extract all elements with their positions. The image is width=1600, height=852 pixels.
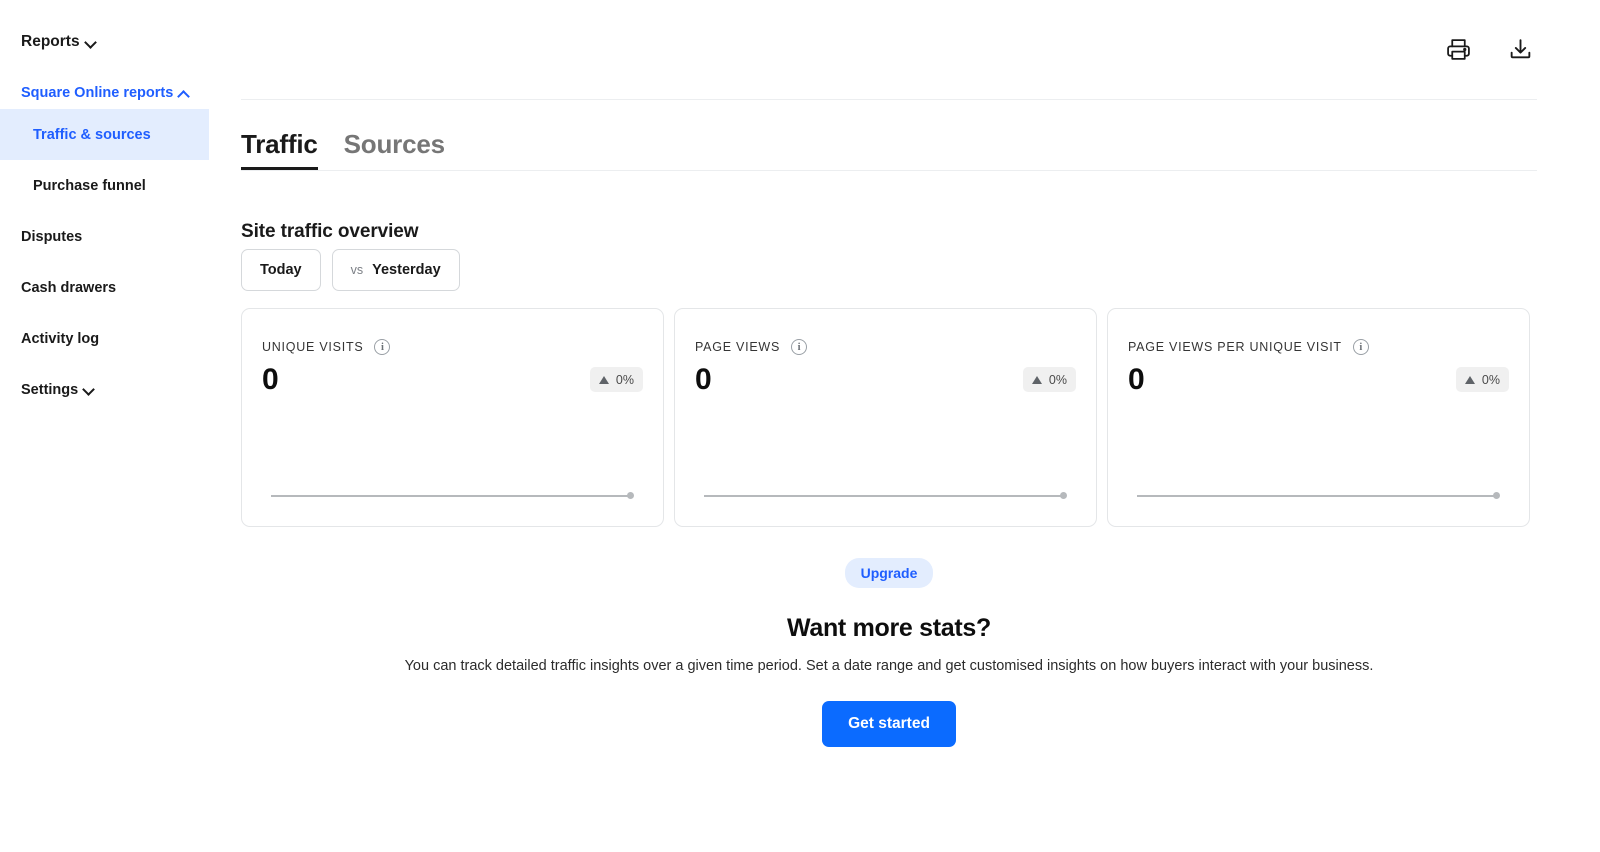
sidebar-item-label: Cash drawers bbox=[21, 279, 117, 296]
sparkline bbox=[704, 492, 1067, 500]
sidebar-item-purchase-funnel[interactable]: Purchase funnel bbox=[0, 160, 209, 211]
info-icon[interactable]: i bbox=[791, 339, 808, 355]
delta-value: 0% bbox=[615, 372, 634, 387]
date-range-compare-button[interactable]: vs Yesterday bbox=[331, 249, 460, 291]
stat-card-header: UNIQUE VISITS i bbox=[262, 339, 643, 355]
printer-icon bbox=[1446, 39, 1470, 60]
stat-card-label: UNIQUE VISITS bbox=[262, 340, 364, 354]
stat-card-unique-visits: UNIQUE VISITS i 0 0% bbox=[241, 308, 664, 527]
triangle-up-icon bbox=[1464, 375, 1475, 384]
stat-card-label: PAGE VIEWS PER UNIQUE VISIT bbox=[1128, 340, 1342, 354]
sidebar-item-label: Purchase funnel bbox=[33, 177, 146, 194]
promo-description: You can track detailed traffic insights … bbox=[404, 658, 1374, 674]
stat-card-value-row: 0 0% bbox=[695, 363, 1076, 396]
info-icon[interactable]: i bbox=[1352, 339, 1369, 355]
stat-card-value: 0 bbox=[695, 363, 712, 396]
sparkline bbox=[1137, 492, 1500, 500]
stat-card-group: UNIQUE VISITS i 0 0% PAGE VIEWS i 0 0% P… bbox=[241, 308, 1530, 527]
app-root: Reports Square Online reports Traffic & … bbox=[0, 0, 1600, 852]
sparkline bbox=[271, 492, 634, 500]
section-title: Site traffic overview bbox=[241, 220, 419, 242]
stat-card-label: PAGE VIEWS bbox=[695, 340, 781, 354]
tab-bar: Traffic Sources bbox=[241, 115, 1537, 171]
header-divider bbox=[241, 99, 1537, 100]
sidebar-item-label: Traffic & sources bbox=[33, 126, 151, 143]
print-button[interactable] bbox=[1441, 33, 1475, 67]
sparkline-endpoint-dot bbox=[1493, 492, 1500, 499]
chevron-down-icon bbox=[84, 384, 95, 395]
stat-card-page-views-per-unique-visit: PAGE VIEWS PER UNIQUE VISIT i 0 0% bbox=[1107, 308, 1530, 527]
date-range-controls: Today vs Yesterday bbox=[241, 249, 460, 291]
sidebar-item-label: Activity log bbox=[21, 330, 100, 347]
date-range-compare-label: Yesterday bbox=[372, 262, 441, 278]
tab-traffic[interactable]: Traffic bbox=[241, 131, 318, 170]
date-range-primary-label: Today bbox=[260, 262, 302, 278]
status-badge: 0% bbox=[589, 367, 643, 392]
promo-title: Want more stats? bbox=[786, 614, 992, 642]
sidebar-item-disputes[interactable]: Disputes bbox=[0, 211, 209, 262]
sidebar-item-activity-log[interactable]: Activity log bbox=[0, 313, 209, 364]
sidebar-item-label: Disputes bbox=[21, 228, 83, 245]
sidebar-group-label: Square Online reports bbox=[21, 85, 174, 101]
triangle-up-icon bbox=[1031, 375, 1042, 384]
toolbar bbox=[209, 0, 1600, 99]
delta-value: 0% bbox=[1048, 372, 1067, 387]
sparkline-endpoint-dot bbox=[627, 492, 634, 499]
get-started-button[interactable]: Get started bbox=[822, 701, 956, 747]
delta-value: 0% bbox=[1481, 372, 1500, 387]
stat-card-value-row: 0 0% bbox=[262, 363, 643, 396]
sidebar-group-square-online-reports[interactable]: Square Online reports bbox=[0, 77, 209, 109]
upgrade-badge[interactable]: Upgrade bbox=[844, 558, 934, 588]
stat-card-page-views: PAGE VIEWS i 0 0% bbox=[674, 308, 1097, 527]
sidebar-item-label: Settings bbox=[21, 381, 79, 398]
download-icon bbox=[1510, 39, 1530, 59]
download-button[interactable] bbox=[1503, 33, 1537, 67]
stat-card-value: 0 bbox=[1128, 363, 1145, 396]
vs-label: vs bbox=[350, 263, 364, 277]
date-range-primary-button[interactable]: Today bbox=[241, 249, 321, 291]
sidebar: Reports Square Online reports Traffic & … bbox=[0, 0, 209, 852]
stat-card-header: PAGE VIEWS i bbox=[695, 339, 1076, 355]
tab-sources[interactable]: Sources bbox=[344, 131, 445, 170]
info-icon[interactable]: i bbox=[374, 339, 391, 355]
sidebar-item-cash-drawers[interactable]: Cash drawers bbox=[0, 262, 209, 313]
chevron-up-icon bbox=[179, 88, 190, 99]
upgrade-promo: Upgrade Want more stats? You can track d… bbox=[241, 558, 1537, 747]
status-badge: 0% bbox=[1022, 367, 1076, 392]
sidebar-reports-dropdown[interactable]: Reports bbox=[0, 26, 209, 58]
stat-card-header: PAGE VIEWS PER UNIQUE VISIT i bbox=[1128, 339, 1509, 355]
status-badge: 0% bbox=[1455, 367, 1509, 392]
chevron-down-icon bbox=[86, 37, 97, 48]
sparkline-endpoint-dot bbox=[1060, 492, 1067, 499]
stat-card-value: 0 bbox=[262, 363, 279, 396]
main-content: Traffic Sources Site traffic overview To… bbox=[209, 0, 1600, 852]
sidebar-reports-label: Reports bbox=[21, 33, 80, 50]
triangle-up-icon bbox=[598, 375, 609, 384]
sparkline-line bbox=[1137, 495, 1495, 497]
sidebar-item-traffic-and-sources[interactable]: Traffic & sources bbox=[0, 109, 209, 160]
sparkline-line bbox=[704, 495, 1062, 497]
sparkline-line bbox=[271, 495, 629, 497]
sidebar-item-settings[interactable]: Settings bbox=[0, 364, 209, 415]
stat-card-value-row: 0 0% bbox=[1128, 363, 1509, 396]
